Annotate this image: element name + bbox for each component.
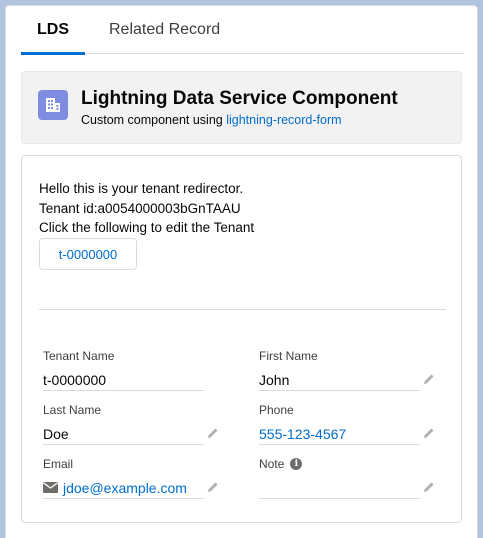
edit-pencil-icon[interactable] (207, 427, 219, 439)
edit-pencil-icon[interactable] (207, 481, 219, 493)
phone-link[interactable]: 555-123-4567 (259, 426, 346, 442)
email-row: jdoe@example.com (43, 477, 218, 499)
phone-label: Phone (259, 403, 294, 417)
component-header: Lightning Data Service Component Custom … (21, 71, 462, 144)
tenant-name-value: t-0000000 (43, 369, 204, 391)
email-link[interactable]: jdoe@example.com (63, 480, 187, 496)
subtitle-link[interactable]: lightning-record-form (226, 113, 341, 127)
redirector-line-1: Hello this is your tenant redirector. (39, 181, 244, 196)
divider (39, 309, 446, 310)
field-note: Note i (259, 456, 434, 499)
email-label: Email (43, 457, 74, 471)
redirector-line-3: Click the following to edit the Tenant (39, 220, 255, 235)
tab-lds-label: LDS (37, 21, 69, 38)
last-name-label: Last Name (43, 403, 102, 417)
record-panel: Hello this is your tenant redirector. Te… (21, 155, 462, 523)
subtitle-prefix: Custom component using (81, 113, 227, 127)
first-name-row: John (259, 369, 434, 391)
mail-icon (43, 482, 58, 493)
note-row (259, 477, 434, 499)
tenant-link-button[interactable]: t-0000000 (39, 238, 137, 270)
first-name-label: First Name (259, 349, 318, 363)
field-first-name: First Name John (259, 348, 434, 391)
tab-related-record[interactable]: Related Record (93, 6, 236, 54)
edit-pencil-icon[interactable] (423, 481, 435, 493)
edit-pencil-icon[interactable] (423, 427, 435, 439)
component-subtitle: Custom component using lightning-record-… (81, 113, 342, 127)
tab-related-record-label: Related Record (109, 21, 221, 38)
note-label: Note (259, 457, 285, 471)
component-title: Lightning Data Service Component (81, 88, 398, 109)
last-name-value: Doe (43, 425, 69, 442)
lds-card: LDS Related Record Lightning Data Servic… (5, 5, 478, 538)
field-last-name: Last Name Doe (43, 402, 218, 445)
phone-row: 555-123-4567 (259, 423, 434, 445)
redirector-line-2: Tenant id:a0054000003bGnTAAU (39, 201, 241, 216)
first-name-value: John (259, 371, 290, 388)
note-label-row: Note i (259, 456, 420, 472)
building-icon (38, 90, 68, 120)
info-icon[interactable]: i (290, 458, 303, 470)
tenant-name-label: Tenant Name (43, 349, 115, 363)
field-tenant-name: Tenant Name t-0000000 (43, 348, 204, 391)
edit-pencil-icon[interactable] (423, 373, 435, 385)
field-phone: Phone 555-123-4567 (259, 402, 434, 445)
field-email: Email jdoe@example.com (43, 456, 218, 499)
last-name-row: Doe (43, 423, 218, 445)
tab-bar: LDS Related Record (21, 6, 464, 55)
tab-lds[interactable]: LDS (21, 6, 85, 55)
